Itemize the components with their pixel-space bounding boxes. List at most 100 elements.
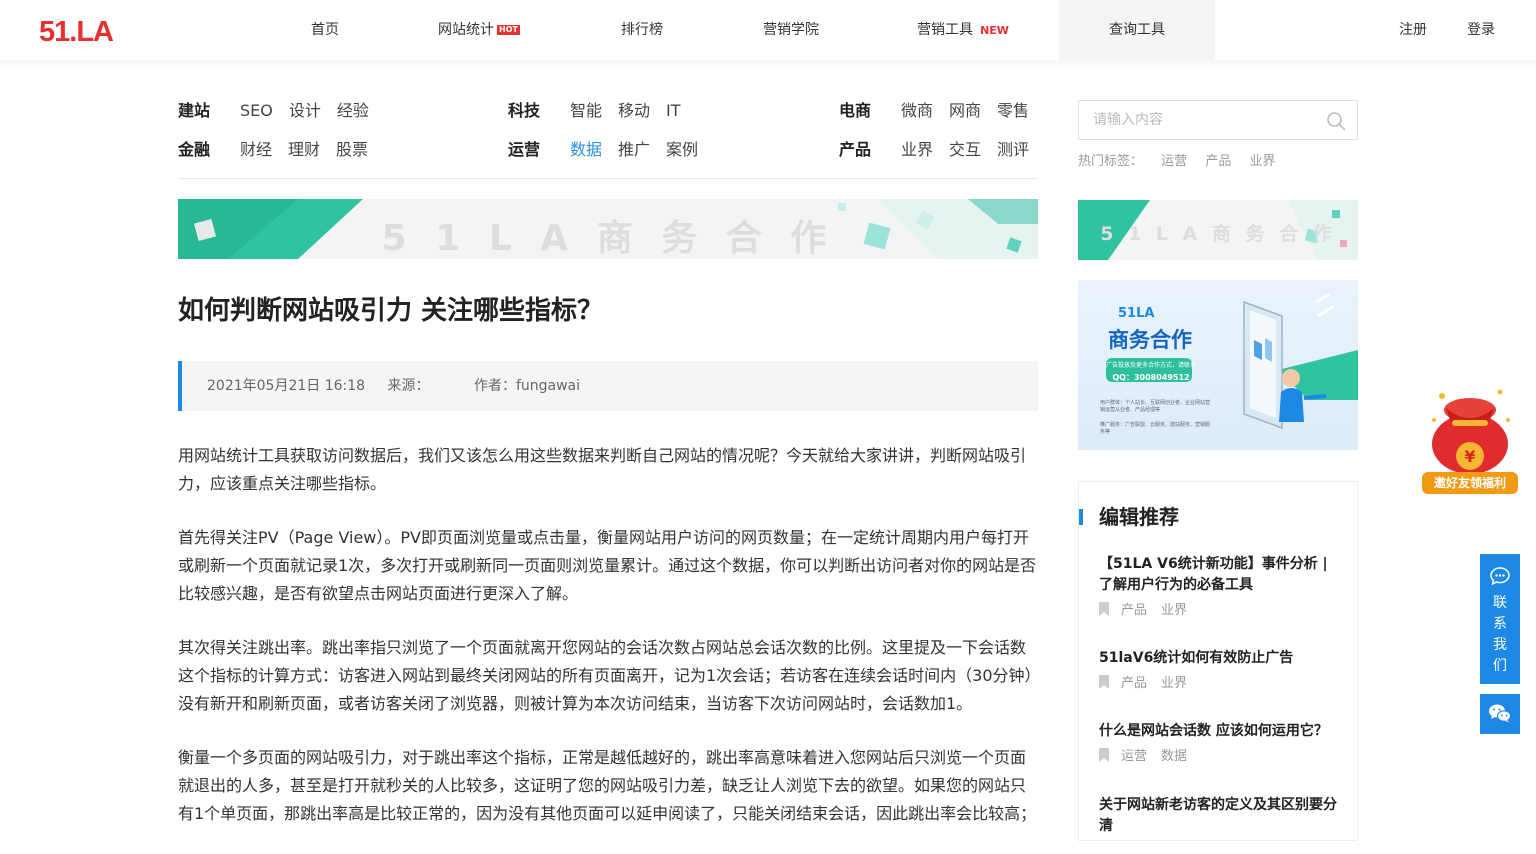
gift-label: 邀好友领福利: [1422, 472, 1518, 494]
category-tag[interactable]: 微商: [901, 100, 933, 122]
contact-char: 们: [1493, 658, 1507, 674]
register-link[interactable]: 注册: [1399, 0, 1427, 60]
recommend-tag[interactable]: 运营: [1121, 749, 1147, 764]
category-tag[interactable]: 零售: [997, 100, 1029, 122]
category-tag[interactable]: SEO: [240, 100, 273, 122]
nav-marketing-tools-label: 营销工具: [917, 22, 974, 38]
ad-contact: 广告投放及更多合作方式，请联系: [1105, 362, 1196, 369]
contact-char: 系: [1493, 616, 1507, 632]
wechat-button[interactable]: [1480, 694, 1520, 734]
contact-text: 联 系 我 们: [1480, 593, 1520, 677]
hot-tag[interactable]: 运营: [1161, 154, 1187, 169]
article-author: 作者：fungawai: [473, 378, 581, 394]
article-paragraph: 其次得关注跳出率。跳出率指只浏览了一个页面就离开您网站的会话次数占网站总会话次数…: [178, 638, 1033, 713]
ad-qq: QQ：3008049512: [1112, 373, 1190, 382]
login-link[interactable]: 登录: [1467, 0, 1495, 60]
recommend-tag[interactable]: 产品: [1121, 676, 1147, 691]
category-tag[interactable]: 测评: [997, 139, 1029, 161]
bookmark-icon: [1099, 675, 1109, 689]
category-title[interactable]: 科技: [508, 100, 570, 122]
bookmark-icon: [1099, 748, 1109, 762]
recommend-tag[interactable]: 数据: [1161, 749, 1187, 764]
contact-char: 我: [1493, 637, 1507, 653]
new-badge: NEW: [980, 24, 1009, 37]
recommend-item[interactable]: 【51LA V6统计新功能】事件分析 | 了解用户行为的必备工具 产品 业界: [1099, 554, 1344, 619]
invite-gift[interactable]: ¥ 邀好友领福利: [1420, 380, 1520, 496]
recommend-item[interactable]: 关于网站新老访客的定义及其区别要分清: [1099, 795, 1344, 837]
recommend-item[interactable]: 什么是网站会话数 应该如何运用它？ 运营 数据: [1099, 721, 1344, 765]
category-row: 电商 微商 网商 零售: [839, 100, 1029, 139]
contact-char: 联: [1493, 595, 1507, 611]
ad-brand: 51LA: [1118, 306, 1155, 321]
recommend-tag[interactable]: 业界: [1161, 603, 1187, 618]
article-title: 如何判断网站吸引力 关注哪些指标？: [178, 296, 604, 326]
nav-home-label: 首页: [311, 22, 339, 38]
category-title[interactable]: 产品: [839, 139, 901, 161]
nav-home[interactable]: 首页: [296, 0, 354, 60]
category-tag-active[interactable]: 数据: [570, 139, 602, 161]
article-source: 来源：: [387, 378, 430, 394]
banner-text: 5 1 L A 商 务 合 作: [381, 218, 835, 259]
category-tag[interactable]: 设计: [289, 100, 321, 122]
recommend-item[interactable]: 51laV6统计如何有效防止广告 产品 业界: [1099, 648, 1344, 692]
recommend-tag[interactable]: 产品: [1121, 603, 1147, 618]
category-title[interactable]: 建站: [178, 100, 240, 122]
category-title[interactable]: 金融: [178, 139, 240, 161]
category-title[interactable]: 电商: [839, 100, 901, 122]
recommend-tags: 产品 业界: [1099, 675, 1344, 692]
nav-marketing-academy[interactable]: 营销学院: [750, 0, 832, 60]
nav-site-stats-label: 网站统计: [438, 22, 495, 38]
chat-bubble-icon: [1490, 567, 1510, 586]
category-tag[interactable]: 业界: [901, 139, 933, 161]
recommend-tag[interactable]: 业界: [1161, 676, 1187, 691]
nav-marketing-tools[interactable]: 营销工具 NEW: [904, 0, 1022, 60]
hot-tags-label: 热门标签：: [1078, 154, 1144, 169]
category-divider: [178, 178, 1038, 179]
category-tag[interactable]: 推广: [618, 139, 650, 161]
category-tag[interactable]: 移动: [618, 100, 650, 122]
side-cooperation-banner[interactable]: 5 1 L A 商 务 合 作: [1078, 200, 1358, 260]
recommend-title[interactable]: 什么是网站会话数 应该如何运用它？: [1099, 721, 1344, 742]
search-icon[interactable]: [1326, 111, 1346, 131]
nav-rankings-label: 排行榜: [621, 22, 663, 38]
bookmark-icon: [1099, 602, 1109, 616]
category-tag[interactable]: 经验: [337, 100, 369, 122]
business-cooperation-banner[interactable]: 5 1 L A 商 务 合 作: [178, 199, 1038, 259]
top-header: 51.LA 首页 网站统计 HOT 排行榜 营销学院 营销工具 NEW 查询工具 注…: [0, 0, 1536, 60]
recommend-title[interactable]: 51laV6统计如何有效防止广告: [1099, 648, 1344, 669]
nav-query-tools[interactable]: 查询工具: [1059, 0, 1215, 60]
hot-badge: HOT: [497, 25, 520, 35]
category-group-1: 建站 SEO 设计 经验 金融 财经 理财 股票: [178, 100, 385, 178]
nav-rankings[interactable]: 排行榜: [606, 0, 678, 60]
category-row: 金融 财经 理财 股票: [178, 139, 385, 178]
category-tag[interactable]: 案例: [666, 139, 698, 161]
business-ad-card[interactable]: 51LA 商务合作 广告投放及更多合作方式，请联系 QQ：3008049512 …: [1078, 280, 1358, 450]
hot-tag[interactable]: 产品: [1205, 154, 1231, 169]
nav-site-stats[interactable]: 网站统计 HOT: [424, 0, 534, 60]
search-input[interactable]: [1093, 101, 1323, 139]
article-date: 2021年05月21日 16:18: [207, 378, 366, 394]
category-tag[interactable]: IT: [666, 100, 681, 122]
recommend-title[interactable]: 【51LA V6统计新功能】事件分析 | 了解用户行为的必备工具: [1099, 554, 1344, 596]
hot-tags: 热门标签： 运营 产品 业界: [1078, 150, 1289, 169]
category-tag[interactable]: 智能: [570, 100, 602, 122]
wechat-icon: [1489, 704, 1512, 723]
category-row: 建站 SEO 设计 经验: [178, 100, 385, 139]
category-tag[interactable]: 财经: [240, 139, 272, 161]
article-paragraph: 衡量一个多页面的网站吸引力，对于跳出率这个指标，正常是越低越好的，跳出率高意味着…: [178, 748, 1037, 823]
contact-us-button[interactable]: 联 系 我 们: [1480, 554, 1520, 684]
ad-desc2: 推广服务：广告联盟、云服务、建站服务、营销服务等: [1100, 422, 1211, 435]
hot-tag[interactable]: 业界: [1249, 154, 1275, 169]
site-logo[interactable]: 51.LA: [39, 16, 119, 44]
article-paragraph: 首先得关注PV（Page View）。PV即页面浏览量或点击量，衡量网站用户访问…: [178, 528, 1037, 603]
article-body: 用网站统计工具获取访问数据后，我们又该怎么用这些数据来判断自己网站的情况呢？今天…: [178, 442, 1038, 854]
category-tag[interactable]: 交互: [949, 139, 981, 161]
editor-recommend: 编辑推荐 【51LA V6统计新功能】事件分析 | 了解用户行为的必备工具 产品…: [1078, 481, 1358, 841]
category-title[interactable]: 运营: [508, 139, 570, 161]
category-row: 科技 智能 移动 IT: [508, 100, 714, 139]
category-tag[interactable]: 理财: [288, 139, 320, 161]
category-group-2: 科技 智能 移动 IT 运营 数据 推广 案例: [508, 100, 714, 178]
category-tag[interactable]: 股票: [336, 139, 368, 161]
category-tag[interactable]: 网商: [949, 100, 981, 122]
recommend-title[interactable]: 关于网站新老访客的定义及其区别要分清: [1099, 795, 1344, 837]
